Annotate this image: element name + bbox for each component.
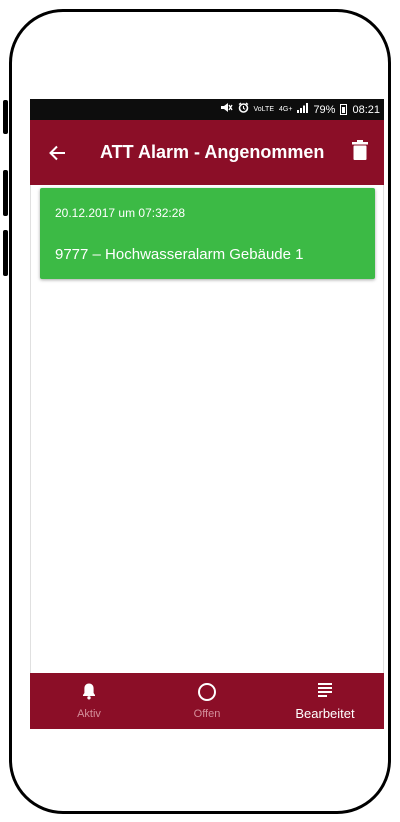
phone-screen: VoLTE 4G+ 79% 08:21 ATT Alarm - Angenomm… [30, 99, 384, 729]
status-bar: VoLTE 4G+ 79% 08:21 [30, 99, 384, 120]
alarm-list: 20.12.2017 um 07:32:28 9777 – Hochwasser… [30, 185, 384, 673]
nav-label-offen: Offen [193, 708, 221, 720]
page-title: ATT Alarm - Angenommen [100, 142, 325, 162]
alarm-clock-icon [238, 102, 249, 117]
bottom-navigation: Aktiv Offen Bearbeitet [30, 673, 384, 729]
nav-item-bearbeitet[interactable]: Bearbeitet [266, 673, 384, 729]
alarm-card[interactable]: 20.12.2017 um 07:32:28 9777 – Hochwasser… [40, 188, 375, 279]
alarm-date: 20.12.2017 um 07:32:28 [55, 206, 186, 220]
battery-percent: 79% [313, 103, 336, 116]
nav-label-bearbeitet: Bearbeitet [295, 706, 355, 721]
alarm-title: 9777 – Hochwasseralarm Gebäude 1 [55, 246, 304, 263]
nav-item-offen[interactable]: Offen [148, 673, 266, 729]
nav-label-aktiv: Aktiv [77, 708, 101, 720]
volume-down-button [3, 230, 8, 276]
volume-up-button [3, 170, 8, 216]
trash-icon[interactable] [352, 140, 372, 164]
battery-icon [340, 104, 348, 115]
circle-icon [197, 682, 217, 707]
mute-icon [220, 102, 233, 117]
volte-icon: VoLTE [253, 106, 275, 113]
nav-item-aktiv[interactable]: Aktiv [30, 673, 148, 729]
app-bar: ATT Alarm - Angenommen [30, 120, 384, 185]
network-type-icon: 4G+ [279, 106, 293, 113]
phone-side-button [3, 100, 8, 134]
signal-icon [297, 102, 309, 117]
back-arrow-icon[interactable] [42, 138, 72, 168]
bell-icon [82, 682, 96, 705]
list-icon [317, 682, 333, 703]
status-time: 08:21 [352, 103, 380, 116]
status-icons: VoLTE 4G+ 79% 08:21 [220, 102, 380, 117]
